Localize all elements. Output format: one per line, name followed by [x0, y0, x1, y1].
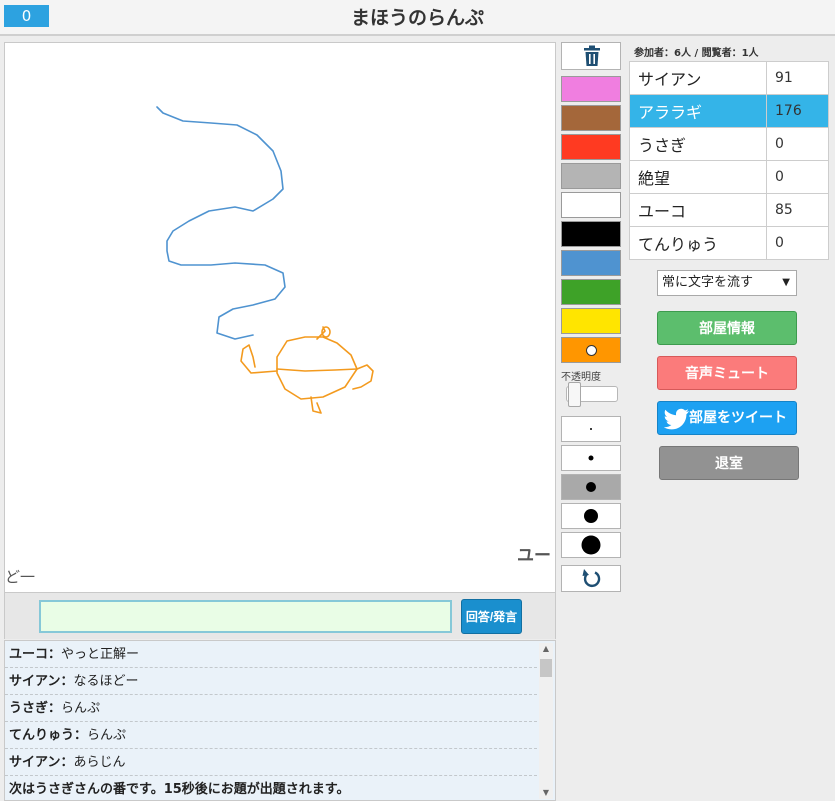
scroll-up-arrow-icon[interactable]: ▲ [539, 643, 553, 655]
chat-separator: ： [60, 674, 74, 689]
participant-counts: 参加者：6人 / 閲覧者：1人 [634, 48, 759, 59]
player-score: 0 [766, 226, 829, 260]
mute-audio-button[interactable]: 音声ミュート [657, 356, 797, 390]
chat-message: サイアン：なるほどー [5, 668, 537, 695]
player-row: てんりゅう 0 [629, 226, 829, 260]
color-swatch-blue[interactable] [561, 250, 621, 276]
brush-size-3[interactable] [561, 474, 621, 500]
chat-message: てんりゅう：らんぷ [5, 722, 537, 749]
answer-submit-button[interactable]: 回答/発言 [461, 599, 522, 634]
floating-chat-text-left: ど一 [5, 568, 36, 586]
clear-canvas-button[interactable] [561, 42, 621, 70]
color-swatch-white[interactable] [561, 192, 621, 218]
brush-size-dot-icon [581, 535, 601, 555]
brush-size-1[interactable] [561, 416, 621, 442]
color-swatch-orange[interactable] [561, 337, 621, 363]
tweet-room-button[interactable]: 部屋をツイート [657, 401, 797, 435]
brush-size-5[interactable] [561, 532, 621, 558]
tweet-room-label: 部屋をツイート [689, 410, 787, 426]
chat-text: なるほどー [73, 674, 139, 689]
answer-bar: 回答/発言 [4, 593, 556, 639]
player-score: 0 [766, 127, 829, 161]
selected-color-indicator-icon [586, 345, 597, 356]
player-score: 91 [766, 61, 829, 95]
chat-system-message: 次はうさぎさんの番です。15秒後にお題が出題されます。 [9, 782, 350, 797]
chat-message: うさぎ：らんぷ [5, 695, 537, 722]
chat-author: うさぎ [9, 701, 49, 716]
undo-icon [582, 569, 601, 588]
room-info-button[interactable]: 部屋情報 [657, 311, 797, 345]
brush-size-dot-icon [590, 428, 592, 430]
player-score: 85 [766, 193, 829, 227]
brush-size-4[interactable] [561, 503, 621, 529]
chat-author: ユーコ [9, 647, 49, 662]
twitter-bird-icon [664, 408, 689, 430]
text-flow-mode-value: 常に文字を流す [662, 275, 754, 290]
chat-author: サイアン [9, 674, 61, 689]
scroll-down-arrow-icon[interactable]: ▼ [539, 787, 553, 799]
player-row: ユーコ 85 [629, 193, 829, 227]
opacity-label: 不透明度 [561, 372, 601, 383]
player-row-active: アララギ 176 [629, 94, 829, 128]
text-flow-mode-select[interactable]: 常に文字を流す ▼ [657, 270, 797, 296]
brush-size-dot-icon [588, 455, 594, 461]
scroll-thumb[interactable] [540, 659, 552, 677]
player-name: サイアン [629, 61, 767, 95]
page-title: まほうのらんぷ [350, 7, 484, 29]
chat-scrollbar[interactable]: ▲ ▼ [539, 643, 553, 799]
player-name: うさぎ [629, 127, 767, 161]
header: 0 まほうのらんぷ [0, 0, 835, 36]
color-swatch-black[interactable] [561, 221, 621, 247]
player-row: サイアン 91 [629, 61, 829, 95]
leave-room-button[interactable]: 退室 [659, 446, 799, 480]
color-swatch-gray[interactable] [561, 163, 621, 189]
chat-author: サイアン [9, 755, 61, 770]
undo-button[interactable] [561, 565, 621, 592]
color-swatch-brown[interactable] [561, 105, 621, 131]
brush-size-2[interactable] [561, 445, 621, 471]
color-swatch-yellow[interactable] [561, 308, 621, 334]
chat-text: やっと正解ー [61, 647, 140, 662]
player-name: アララギ [629, 94, 767, 128]
answer-input[interactable] [39, 600, 452, 633]
chat-text: あらじん [73, 755, 126, 770]
color-swatch-green[interactable] [561, 279, 621, 305]
drawing-strokes [156, 106, 374, 414]
chat-separator: ： [48, 701, 62, 716]
color-swatch-red[interactable] [561, 134, 621, 160]
brush-size-dot-icon [584, 509, 598, 523]
chat-text: らんぷ [61, 701, 101, 716]
player-name: 絶望 [629, 160, 767, 194]
chat-message: ユーコ：やっと正解ー [5, 641, 537, 668]
player-name: てんりゅう [629, 226, 767, 260]
drawing-canvas[interactable]: ど一 ユー [4, 42, 556, 593]
player-name: ユーコ [629, 193, 767, 227]
chat-text: らんぷ [87, 728, 127, 743]
chat-log: ユーコ：やっと正解ー サイアン：なるほどー うさぎ：らんぷ てんりゅう：らんぷ … [4, 640, 556, 801]
color-swatch-pink[interactable] [561, 76, 621, 102]
player-row: うさぎ 0 [629, 127, 829, 161]
player-row: 絶望 0 [629, 160, 829, 194]
brush-size-dot-icon [586, 482, 596, 492]
chat-message: サイアン：あらじん [5, 749, 537, 776]
opacity-slider-handle[interactable] [568, 382, 581, 407]
player-score: 0 [766, 160, 829, 194]
trash-icon [584, 45, 600, 66]
chat-separator: ： [60, 755, 74, 770]
lamp-stroke [240, 326, 374, 414]
smoke-stroke [156, 106, 286, 340]
chat-separator: ： [48, 647, 62, 662]
chat-author: てんりゅう [9, 728, 75, 743]
floating-chat-text-right: ユー [517, 546, 551, 566]
player-list: サイアン 91 アララギ 176 うさぎ 0 絶望 0 ユーコ 85 てんりゅう 0 [629, 61, 829, 260]
chat-separator: ： [74, 728, 88, 743]
dropdown-arrow-icon: ▼ [782, 277, 790, 288]
player-score: 176 [766, 94, 829, 128]
